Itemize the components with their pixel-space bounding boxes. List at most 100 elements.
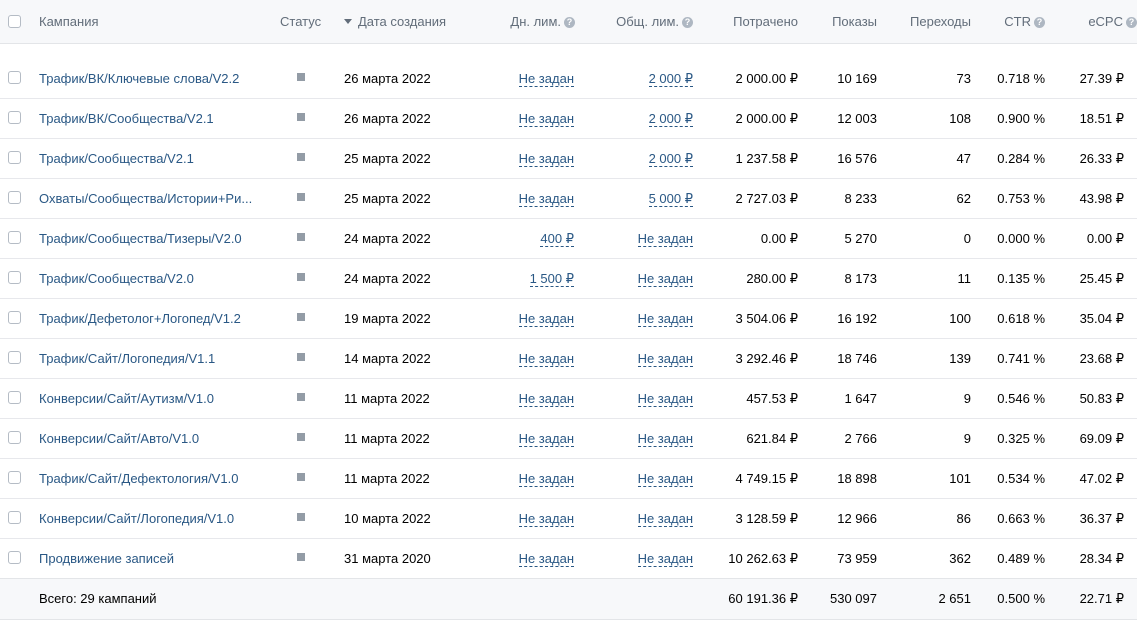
total-limit-link[interactable]: 2 000 ₽ (648, 151, 693, 167)
daily-limit-link[interactable]: Не задан (518, 551, 574, 567)
clicks-value: 9 (963, 431, 971, 446)
total-limit-link[interactable]: Не задан (637, 271, 693, 287)
total-limit-link[interactable]: Не задан (637, 471, 693, 487)
total-limit-link[interactable]: Не задан (637, 511, 693, 527)
creation-date: 26 марта 2022 (344, 71, 431, 86)
total-limit-link[interactable]: Не задан (637, 391, 693, 407)
column-header-spent[interactable]: Потрачено (700, 14, 798, 29)
column-header-date[interactable]: Дата создания (344, 14, 446, 29)
table-row[interactable]: Трафик/Сайт/Дефектология/V1.0 11 марта 2… (0, 458, 1137, 499)
status-square-icon (297, 193, 305, 201)
spent-value: 1 237.58 ₽ (735, 151, 799, 166)
status-square-icon (297, 433, 305, 441)
table-row[interactable]: Продвижение записей 31 марта 2020 Не зад… (0, 538, 1137, 579)
daily-limit-link[interactable]: Не задан (518, 511, 574, 527)
question-circle-icon[interactable]: ? (682, 17, 693, 28)
daily-limit-link[interactable]: Не задан (518, 391, 574, 407)
row-checkbox[interactable] (8, 471, 21, 484)
total-limit-link[interactable]: 2 000 ₽ (648, 71, 693, 87)
row-checkbox[interactable] (8, 151, 21, 164)
row-checkbox[interactable] (8, 191, 21, 204)
clicks-value: 47 (956, 151, 971, 166)
daily-limit-link[interactable]: 1 500 ₽ (529, 271, 574, 287)
row-checkbox[interactable] (8, 311, 21, 324)
status-square-icon (297, 553, 305, 561)
row-checkbox[interactable] (8, 271, 21, 284)
table-row[interactable]: Трафик/Сообщества/Тизеры/V2.0 24 марта 2… (0, 218, 1137, 259)
campaign-name-link[interactable]: Конверсии/Сайт/Авто/V1.0 (39, 431, 199, 446)
select-all-checkbox[interactable] (8, 15, 21, 28)
row-checkbox[interactable] (8, 231, 21, 244)
column-header-campaign[interactable]: Кампания (39, 14, 99, 29)
column-header-ctr[interactable]: CTR? (985, 14, 1045, 29)
daily-limit-link[interactable]: Не задан (518, 471, 574, 487)
row-checkbox[interactable] (8, 511, 21, 524)
row-checkbox[interactable] (8, 71, 21, 84)
daily-limit-link[interactable]: Не задан (518, 151, 574, 167)
table-row[interactable]: Охваты/Сообщества/Истории+Ри... 25 марта… (0, 178, 1137, 219)
total-limit-link[interactable]: Не задан (637, 551, 693, 567)
question-circle-icon[interactable]: ? (564, 17, 575, 28)
column-header-status[interactable]: Статус (280, 14, 321, 29)
row-checkbox[interactable] (8, 351, 21, 364)
table-row[interactable]: Конверсии/Сайт/Логопедия/V1.0 10 марта 2… (0, 498, 1137, 539)
clicks-value: 62 (956, 191, 971, 206)
total-limit-link[interactable]: Не задан (637, 231, 693, 247)
campaign-name-link[interactable]: Конверсии/Сайт/Аутизм/V1.0 (39, 391, 214, 406)
status-square-icon (297, 473, 305, 481)
ctr-value: 0.489 % (997, 551, 1045, 566)
question-circle-icon[interactable]: ? (1034, 17, 1045, 28)
campaign-name-link[interactable]: Трафик/Сайт/Дефектология/V1.0 (39, 471, 238, 486)
table-row[interactable]: Конверсии/Сайт/Аутизм/V1.0 11 марта 2022… (0, 378, 1137, 419)
daily-limit-link[interactable]: 400 ₽ (540, 231, 574, 247)
campaign-name-link[interactable]: Трафик/Сообщества/V2.0 (39, 271, 194, 286)
total-limit-link[interactable]: 5 000 ₽ (648, 191, 693, 207)
ecpc-value: 23.68 ₽ (1079, 351, 1124, 366)
campaign-name-link[interactable]: Трафик/ВК/Ключевые слова/V2.2 (39, 71, 239, 86)
column-header-ecpc[interactable]: eCPC? (1050, 14, 1137, 29)
table-row[interactable]: Трафик/ВК/Ключевые слова/V2.2 26 марта 2… (0, 58, 1137, 99)
campaign-name-link[interactable]: Трафик/Сообщества/Тизеры/V2.0 (39, 231, 242, 246)
campaign-name-link[interactable]: Трафик/ВК/Сообщества/V2.1 (39, 111, 214, 126)
column-header-total-limit[interactable]: Общ. лим.? (595, 14, 693, 29)
campaign-name-link[interactable]: Конверсии/Сайт/Логопедия/V1.0 (39, 511, 234, 526)
campaign-name-link[interactable]: Охваты/Сообщества/Истории+Ри... (39, 191, 252, 206)
creation-date: 11 марта 2022 (344, 471, 430, 486)
total-limit-link[interactable]: 2 000 ₽ (648, 111, 693, 127)
ctr-value: 0.741 % (997, 351, 1045, 366)
daily-limit-link[interactable]: Не задан (518, 71, 574, 87)
ctr-value: 0.546 % (997, 391, 1045, 406)
ecpc-value: 47.02 ₽ (1079, 471, 1124, 486)
total-limit-link[interactable]: Не задан (637, 351, 693, 367)
total-limit-link[interactable]: Не задан (637, 311, 693, 327)
column-header-impressions[interactable]: Показы (800, 14, 877, 29)
table-row[interactable]: Конверсии/Сайт/Авто/V1.0 11 марта 2022 Н… (0, 418, 1137, 459)
ctr-value: 0.663 % (997, 511, 1045, 526)
row-checkbox[interactable] (8, 111, 21, 124)
campaign-name-link[interactable]: Продвижение записей (39, 551, 174, 566)
daily-limit-link[interactable]: Не задан (518, 191, 574, 207)
campaign-name-link[interactable]: Трафик/Сообщества/V2.1 (39, 151, 194, 166)
creation-date: 19 марта 2022 (344, 311, 431, 326)
total-limit-link[interactable]: Не задан (637, 431, 693, 447)
spent-value: 0.00 ₽ (760, 231, 798, 246)
campaign-name-link[interactable]: Трафик/Сайт/Логопедия/V1.1 (39, 351, 215, 366)
ctr-value: 0.135 % (997, 271, 1045, 286)
column-header-daily-limit[interactable]: Дн. лим.? (480, 14, 575, 29)
table-row[interactable]: Трафик/Сообщества/V2.0 24 марта 2022 1 5… (0, 258, 1137, 299)
daily-limit-link[interactable]: Не задан (518, 431, 574, 447)
campaign-name-link[interactable]: Трафик/Дефетолог+Логопед/V1.2 (39, 311, 241, 326)
column-header-clicks[interactable]: Переходы (890, 14, 971, 29)
daily-limit-link[interactable]: Не задан (518, 311, 574, 327)
row-checkbox[interactable] (8, 391, 21, 404)
daily-limit-link[interactable]: Не задан (518, 351, 574, 367)
table-row[interactable]: Трафик/ВК/Сообщества/V2.1 26 марта 2022 … (0, 98, 1137, 139)
table-row[interactable]: Трафик/Сайт/Логопедия/V1.1 14 марта 2022… (0, 338, 1137, 379)
question-circle-icon[interactable]: ? (1126, 17, 1137, 28)
daily-limit-link[interactable]: Не задан (518, 111, 574, 127)
table-row[interactable]: Трафик/Дефетолог+Логопед/V1.2 19 марта 2… (0, 298, 1137, 339)
row-checkbox[interactable] (8, 431, 21, 444)
row-checkbox[interactable] (8, 551, 21, 564)
table-row[interactable]: Трафик/Сообщества/V2.1 25 марта 2022 Не … (0, 138, 1137, 179)
creation-date: 25 марта 2022 (344, 191, 431, 206)
